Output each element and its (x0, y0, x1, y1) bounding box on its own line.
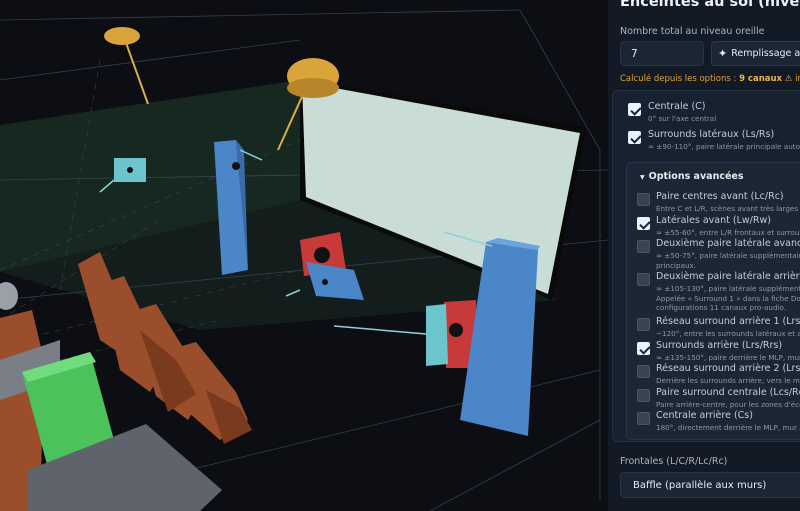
option-description: ≈ ±135-150°, paire derrière le MLP, mur … (656, 353, 800, 362)
3d-viewport[interactable] (0, 0, 608, 511)
option-title: Réseau surround arrière 1 (Lrs1/Rrs1 (656, 316, 800, 327)
option-checkbox[interactable] (628, 131, 641, 144)
option-checkbox[interactable] (637, 240, 650, 253)
total-count-input[interactable]: 7 (620, 41, 704, 66)
option-description: 180°, directement derrière le MLP, mur a… (656, 423, 800, 432)
option-description: Entre C et L/R, scènes avant très larges (656, 204, 799, 213)
option-title: Centrale arrière (Cs) (656, 410, 753, 421)
option-checkbox[interactable] (637, 412, 650, 425)
autofill-button[interactable]: ✦ Remplissage auto (711, 41, 800, 66)
option-title: Deuxième paire latérale arrière (Ls2, (656, 271, 800, 282)
computed-prefix: Calculé depuis les options : (620, 74, 740, 84)
computed-count: 9 canaux (739, 74, 783, 84)
option-description: ≈ ±55-60°, entre L/R frontaux et surroun… (656, 228, 800, 237)
option-title: Surrounds arrière (Lrs/Rrs) (656, 340, 783, 351)
option-description: principaux. (656, 260, 697, 270)
option-title: Latérales avant (Lw/Rw) (656, 215, 771, 226)
advanced-options-toggle[interactable]: ▼ Options avancées (640, 171, 744, 182)
option-title: Deuxième paire latérale avancée (Ls (656, 238, 800, 249)
option-checkbox[interactable] (628, 103, 641, 116)
option-title: Surrounds latéraux (Ls/Rs) (648, 129, 775, 140)
option-description: ~120°, entre les surrounds latéraux et a… (656, 329, 800, 338)
sparkle-icon: ✦ (718, 47, 728, 60)
option-checkbox[interactable] (637, 318, 650, 331)
total-count-label: Nombre total au niveau oreille (620, 26, 765, 37)
front-speakers-label: Frontales (L/C/R/Lc/Rc) (620, 456, 728, 467)
advanced-title-label: Options avancées (648, 171, 744, 182)
option-description: ≈ ±50-75°, paire latérale supplémentaire… (656, 251, 800, 260)
option-title: Centrale (C) (648, 101, 706, 112)
ceiling-speaker-left (104, 27, 140, 45)
room-scene (0, 0, 608, 511)
option-checkbox[interactable] (637, 342, 650, 355)
option-description: ≈ ±90-110°, paire latérale principale au… (648, 142, 800, 151)
option-description: Derrière les surrounds arrière, vers le … (656, 376, 800, 385)
autofill-label: Remplissage auto (731, 48, 800, 59)
option-description: ≈ ±105-130°, paire latérale supplémentai… (656, 284, 800, 293)
option-title: Paire surround centrale (Lcs/Rcs) (656, 387, 800, 398)
front-orientation-select[interactable]: Baffle (parallèle aux murs) (620, 472, 800, 498)
computed-suffix: ⚠ incohére (784, 74, 800, 84)
option-checkbox[interactable] (637, 193, 650, 206)
option-checkbox[interactable] (637, 365, 650, 378)
option-description: configurations 11 canaux pro-audio. (656, 303, 787, 312)
option-description: Appelée « Surround 1 » dans la fiche Dol… (656, 293, 800, 303)
option-checkbox[interactable] (637, 273, 650, 286)
option-description: 0° sur l'axe central (648, 114, 717, 123)
option-checkbox[interactable] (637, 217, 650, 230)
option-title: Paire centres avant (Lc/Rc) (656, 191, 784, 202)
computed-warning: Calculé depuis les options : 9 canaux ⚠ … (620, 74, 800, 84)
option-description: Paire arrière-centre, pour les zones d'é… (656, 400, 800, 409)
option-title: Réseau surround arrière 2 (Lrs2/Rrs2 (656, 363, 800, 374)
option-checkbox[interactable] (637, 389, 650, 402)
triangle-down-icon: ▼ (640, 174, 645, 181)
surround-speaker-right (426, 304, 448, 366)
panel-title: Enceintes au sol (niveau d (620, 0, 800, 10)
config-panel: Enceintes au sol (niveau d Nombre total … (608, 0, 800, 511)
